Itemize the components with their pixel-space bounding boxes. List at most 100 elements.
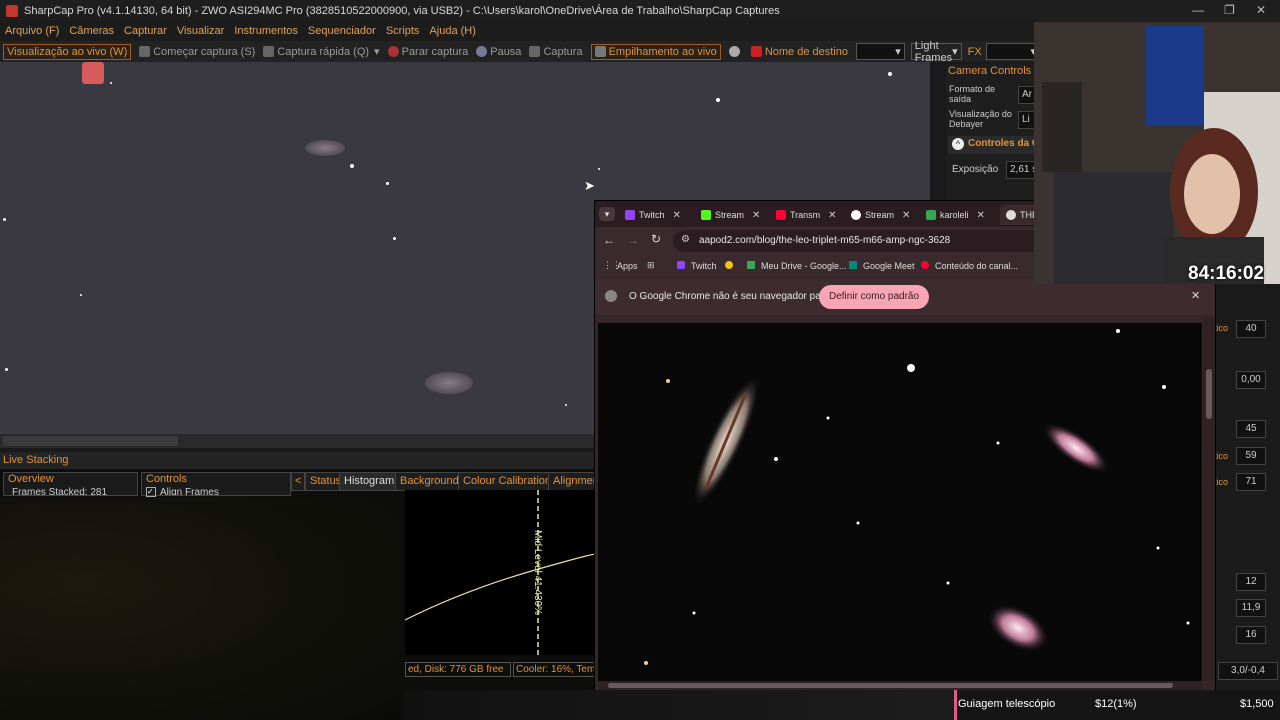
scroll-thumb[interactable]: [608, 683, 1173, 688]
menu-capturar[interactable]: Capturar: [124, 25, 167, 37]
minimize-icon[interactable]: —: [1192, 3, 1204, 17]
control-value[interactable]: 12: [1236, 573, 1266, 591]
close-icon[interactable]: ✕: [673, 210, 681, 221]
frame-type-dropdown[interactable]: Light Frames ▾: [910, 40, 962, 64]
tab-histogram[interactable]: Histogram: [339, 472, 400, 491]
bright-star: [907, 364, 915, 372]
start-capture-button[interactable]: Começar captura (S): [139, 46, 255, 58]
set-default-button[interactable]: Definir como padrão: [819, 285, 930, 309]
mid-level-label: Mid Level 41.430%: [532, 530, 543, 616]
chevron-down-icon[interactable]: ▾: [374, 45, 380, 58]
control-value[interactable]: 11,9: [1236, 599, 1266, 617]
bookmark-channel-content[interactable]: Conteúdo do canal...: [935, 261, 1018, 271]
scroll-thumb[interactable]: [1206, 369, 1212, 419]
menu-ajuda[interactable]: Ajuda (H): [429, 25, 475, 37]
histogram-chart[interactable]: Mid Level 41.430%: [405, 490, 595, 655]
control-value[interactable]: 16: [1236, 626, 1266, 644]
controls-group: Controls ✓ Align Frames: [141, 472, 291, 497]
close-icon[interactable]: ✕: [1191, 289, 1200, 302]
control-value[interactable]: 71: [1236, 473, 1266, 491]
menu-instrumentos[interactable]: Instrumentos: [234, 25, 298, 37]
stack-icon: [594, 46, 606, 57]
close-icon[interactable]: ✕: [828, 210, 836, 221]
pause-button[interactable]: Pausa: [476, 46, 521, 58]
browser-tab-label: Stream: [865, 210, 895, 220]
browser-tab-label: karoleli: [940, 210, 969, 220]
live-stacking-title: Live Stacking: [0, 452, 598, 469]
collapse-icon[interactable]: ^: [952, 138, 964, 150]
led-panel: [1146, 26, 1204, 126]
browser-tab[interactable]: Transm ✕: [776, 205, 837, 225]
menu-sequenciador[interactable]: Sequenciador: [308, 25, 376, 37]
browser-tab[interactable]: Twitch ✕: [625, 205, 681, 225]
browser-tab[interactable]: karoleli ✕: [926, 205, 985, 225]
control-value[interactable]: 3,0/-0,4: [1218, 662, 1278, 680]
forward-icon[interactable]: →: [627, 233, 639, 247]
frames-stacked: Frames Stacked: 281: [12, 487, 108, 495]
pause-label: Pausa: [490, 45, 522, 58]
camera-icon: [263, 46, 275, 57]
menu-visualizar[interactable]: Visualizar: [177, 25, 225, 37]
tab-background[interactable]: Background: [395, 472, 464, 491]
browser-vertical-scrollbar[interactable]: [1203, 317, 1215, 681]
settings-circle-button[interactable]: [728, 46, 743, 57]
face: [1184, 154, 1240, 234]
tab-alignment[interactable]: Alignment: [548, 472, 596, 491]
stop-capture-button[interactable]: Parar captura: [387, 46, 468, 58]
grid-icon[interactable]: ⊞: [647, 260, 655, 271]
star: [692, 611, 696, 615]
back-icon[interactable]: ←: [603, 233, 615, 247]
tab-search-icon[interactable]: ▾: [599, 207, 615, 221]
stream-timer: 84:16:02: [1188, 263, 1265, 284]
live-stack-button[interactable]: Empilhamento ao vivo: [590, 43, 721, 60]
chrome-icon: [605, 290, 617, 302]
close-icon[interactable]: ✕: [902, 210, 910, 221]
youtube-icon: [921, 261, 929, 269]
close-icon[interactable]: ✕: [1256, 3, 1266, 17]
scroll-thumb[interactable]: [3, 436, 178, 446]
close-icon[interactable]: ✕: [752, 210, 760, 221]
bookmark-twitch[interactable]: Twitch: [691, 261, 717, 271]
browser-tab[interactable]: Stream ✕: [851, 205, 910, 225]
control-value[interactable]: 45: [1236, 420, 1266, 438]
live-stack-label: Empilhamento ao vivo: [608, 45, 717, 58]
control-value[interactable]: 40: [1236, 320, 1266, 338]
live-view-button[interactable]: Visualização ao vivo (W): [3, 43, 132, 60]
pause-icon: [476, 46, 488, 57]
webcam-scene: [1034, 22, 1280, 284]
star: [110, 82, 112, 84]
star: [1116, 329, 1120, 333]
browser-tab[interactable]: Stream ✕: [701, 205, 760, 225]
target-label-text: Nome de destino: [764, 45, 848, 58]
menu-scripts[interactable]: Scripts: [386, 25, 420, 37]
chevron-down-icon: ▾: [952, 46, 958, 58]
control-value[interactable]: 0,00: [1236, 371, 1266, 389]
eye-icon[interactable]: [725, 261, 733, 269]
reload-icon[interactable]: ↻: [651, 232, 661, 246]
target-name-dropdown[interactable]: ▾: [855, 43, 905, 60]
align-frames-checkbox[interactable]: ✓: [146, 487, 156, 497]
goal-progress: $12(1%): [1095, 698, 1137, 710]
webcam-overlay: [1034, 22, 1280, 284]
live-view-label: Visualização ao vivo (W): [7, 45, 128, 58]
fx-dropdown[interactable]: ▾: [985, 43, 1040, 60]
tab-colour-calibration[interactable]: Colour Calibration: [458, 472, 557, 491]
bookmark-drive[interactable]: Meu Drive - Google...: [761, 261, 847, 271]
quick-capture-button[interactable]: Captura rápida (Q) ▾: [263, 45, 380, 58]
maximize-icon[interactable]: ❐: [1224, 3, 1235, 17]
goal-label: Guiagem telescópio: [958, 698, 1056, 710]
bookmark-apps[interactable]: Apps: [617, 261, 638, 271]
record-icon[interactable]: [82, 62, 104, 84]
menu-arquivo[interactable]: Arquivo (F): [5, 25, 59, 37]
menu-cameras[interactable]: Câmeras: [69, 25, 114, 37]
bookmark-meet[interactable]: Google Meet: [863, 261, 915, 271]
goal-bar: Guiagem telescópio $12(1%) $1,500: [954, 690, 1280, 720]
close-icon[interactable]: ✕: [977, 210, 985, 221]
control-value[interactable]: 59: [1236, 447, 1266, 465]
capture-button[interactable]: Captura: [529, 46, 583, 58]
status-row: ed, Disk: 776 GB free Cooler: 16%, Tem: [405, 662, 597, 677]
camera-section-header[interactable]: ^ Controles da C: [948, 136, 1039, 154]
tab-scroll-left[interactable]: <: [291, 472, 305, 491]
star: [1186, 621, 1190, 625]
site-info-icon[interactable]: ⚙: [681, 234, 690, 245]
